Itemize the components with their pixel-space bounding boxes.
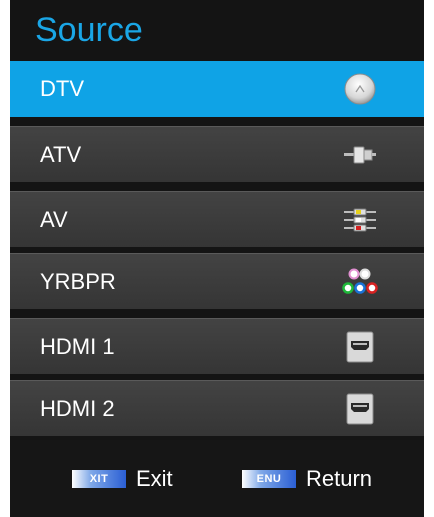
menu-key-button[interactable]: ENU (242, 470, 296, 488)
exit-key-button[interactable]: XIT (72, 470, 126, 488)
source-item-label: DTV (40, 76, 84, 101)
source-item-label: HDMI 1 (40, 334, 115, 359)
av-cable-icon (344, 208, 376, 232)
source-item-label: AV (40, 207, 68, 232)
antenna-connector-icon (344, 146, 376, 164)
menu-title: Source (35, 11, 143, 49)
source-item-label: HDMI 2 (40, 396, 115, 421)
exit-label: Exit (136, 466, 173, 491)
satellite-icon (344, 73, 376, 105)
source-item-dtv[interactable]: DTV (10, 61, 424, 117)
source-item-av[interactable]: AV (10, 191, 424, 247)
source-menu-panel: Source DTV ATV AV YRBPR HDMI 1 HDMI 2 XI… (10, 0, 424, 517)
source-item-hdmi-2[interactable]: HDMI 2 (10, 380, 424, 436)
menu-header: Source (10, 0, 424, 60)
source-item-atv[interactable]: ATV (10, 126, 424, 182)
hdmi-port-icon (346, 393, 374, 425)
component-ports-icon (342, 268, 378, 294)
source-item-label: YRBPR (40, 269, 116, 294)
hdmi-port-icon (346, 331, 374, 363)
return-label: Return (306, 466, 373, 491)
source-item-label: ATV (40, 142, 82, 167)
source-item-yrbpr[interactable]: YRBPR (10, 253, 424, 309)
menu-footer: XIT Exit ENU Return (10, 440, 424, 517)
source-item-hdmi-1[interactable]: HDMI 1 (10, 318, 424, 374)
